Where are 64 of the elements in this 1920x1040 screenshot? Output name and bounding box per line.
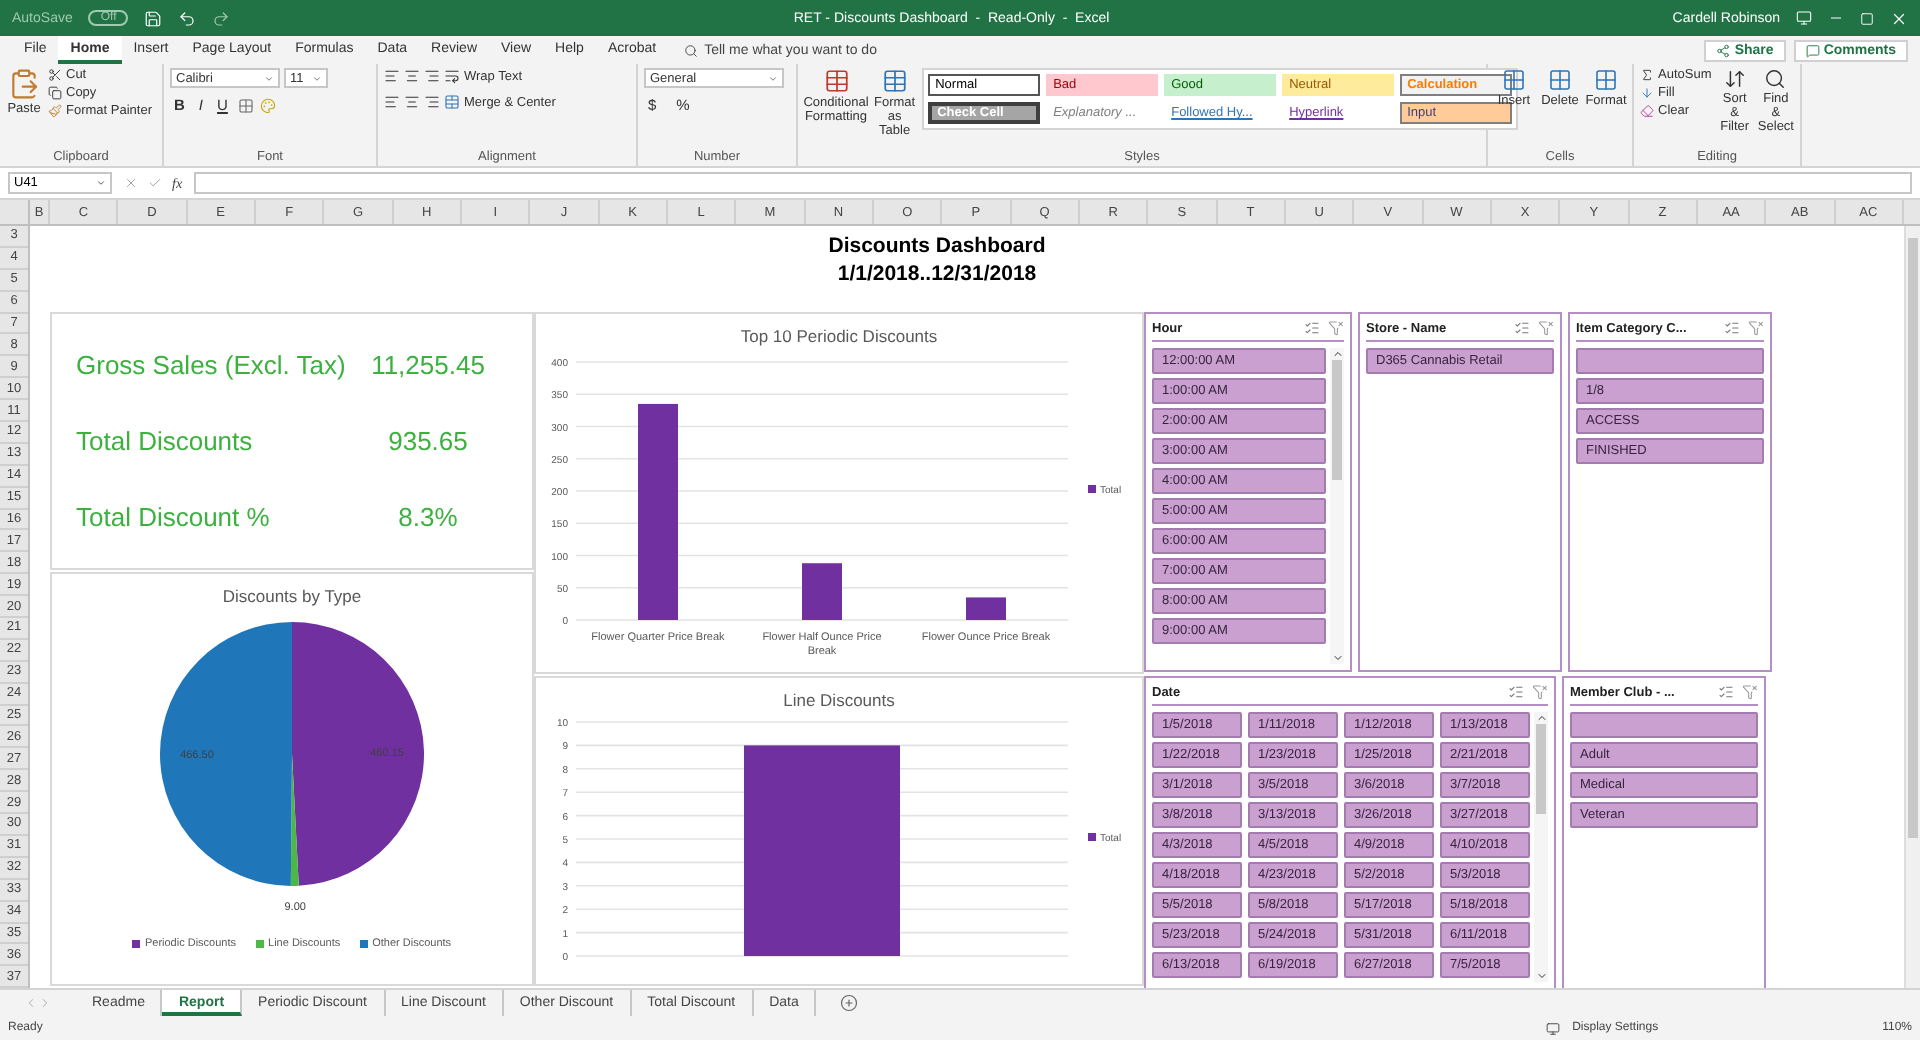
scroll-bar[interactable] [1330, 348, 1344, 664]
clear-filter-icon[interactable] [1748, 320, 1764, 336]
undo-icon[interactable] [178, 9, 197, 27]
table-icon [881, 68, 908, 94]
dashboard-title: Discounts Dashboard [828, 232, 1046, 260]
clipboard-icon [8, 68, 40, 100]
bar [966, 597, 1006, 620]
share-icon [1716, 43, 1731, 57]
align-right-icon[interactable] [424, 94, 440, 110]
search-icon [684, 43, 699, 57]
scroll-up-icon [1535, 712, 1547, 724]
ribbon-display-icon[interactable] [1796, 10, 1812, 26]
chart-title: Line Discounts [783, 690, 895, 710]
multi-select-icon[interactable] [1508, 684, 1524, 700]
bar [802, 563, 842, 620]
display-icon [1546, 1021, 1561, 1035]
close-icon[interactable] [1890, 9, 1908, 27]
scroll-bar[interactable] [1534, 712, 1548, 982]
maximize-icon[interactable] [1860, 11, 1874, 25]
add-sheet-icon[interactable] [840, 994, 859, 1012]
wrap-text-icon [444, 68, 460, 84]
sort-icon [1723, 68, 1746, 90]
kpi-value: 11,255.45 [369, 349, 487, 380]
grid-icon [1502, 68, 1526, 92]
enter-icon [148, 176, 162, 190]
kpi-value: 8.3% [396, 502, 460, 533]
scroll-down-icon [1535, 970, 1547, 982]
paintbrush-icon [48, 104, 62, 118]
multi-select-icon[interactable] [1718, 684, 1734, 700]
align-left-icon[interactable] [384, 94, 400, 110]
kpi-label: Gross Sales (Excl. Tax) [76, 349, 346, 380]
table-icon [823, 68, 849, 94]
formula-field[interactable] [194, 172, 1912, 194]
clear-filter-icon[interactable] [1538, 320, 1554, 336]
search-icon [1764, 68, 1787, 90]
copy-icon [48, 86, 62, 100]
comment-icon [1805, 43, 1820, 57]
kpi-value: 935.65 [386, 425, 470, 456]
down-arrow-icon [1640, 86, 1654, 100]
clear-filter-icon[interactable] [1328, 320, 1344, 336]
merge-cells-icon [444, 94, 460, 110]
scroll-down-icon [1331, 652, 1343, 664]
save-icon[interactable] [144, 9, 163, 27]
grid-icon [1594, 68, 1618, 92]
kpi-label: Total Discount % [76, 502, 270, 533]
vertical-scrollbar[interactable] [1904, 226, 1920, 988]
scissors-icon [48, 68, 62, 82]
chart-title: Discounts by Type [222, 586, 362, 606]
kpi-label: Total Discounts [76, 425, 253, 456]
borders-icon[interactable] [237, 97, 254, 113]
chart-title: Top 10 Periodic Discounts [740, 326, 938, 346]
clear-filter-icon[interactable] [1742, 684, 1758, 700]
cancel-icon [124, 176, 138, 190]
sigma-icon [1640, 68, 1654, 82]
scroll-up-icon [1331, 348, 1343, 360]
dashboard-period: 1/1/2018..12/31/2018 [837, 260, 1037, 288]
multi-select-icon[interactable] [1514, 320, 1530, 336]
grid-icon [1548, 68, 1572, 92]
align-center-icon[interactable] [404, 94, 420, 110]
redo-icon[interactable] [212, 9, 231, 27]
clear-filter-icon[interactable] [1532, 684, 1548, 700]
eraser-icon [1640, 104, 1654, 118]
multi-select-icon[interactable] [1304, 320, 1320, 336]
multi-select-icon[interactable] [1724, 320, 1740, 336]
